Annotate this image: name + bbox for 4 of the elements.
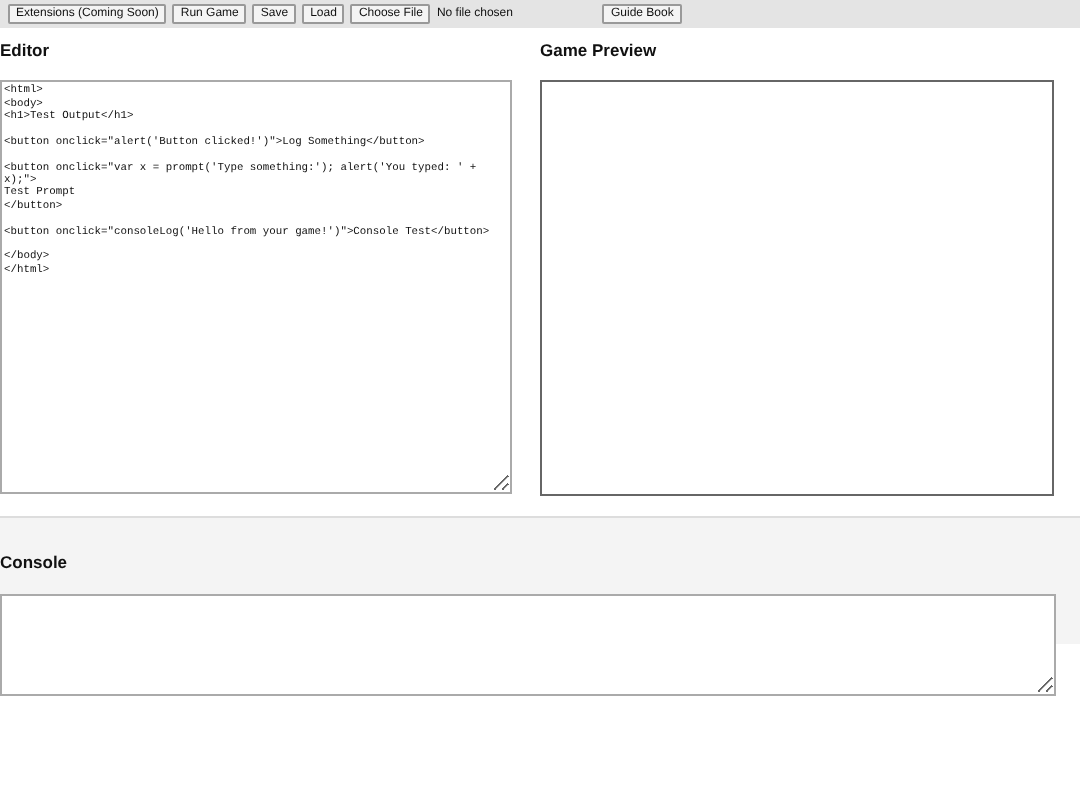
editor-heading: Editor [0,40,52,61]
preview-heading: Game Preview [540,40,659,61]
console-output[interactable] [0,594,1056,697]
console-heading: Console [0,552,68,573]
